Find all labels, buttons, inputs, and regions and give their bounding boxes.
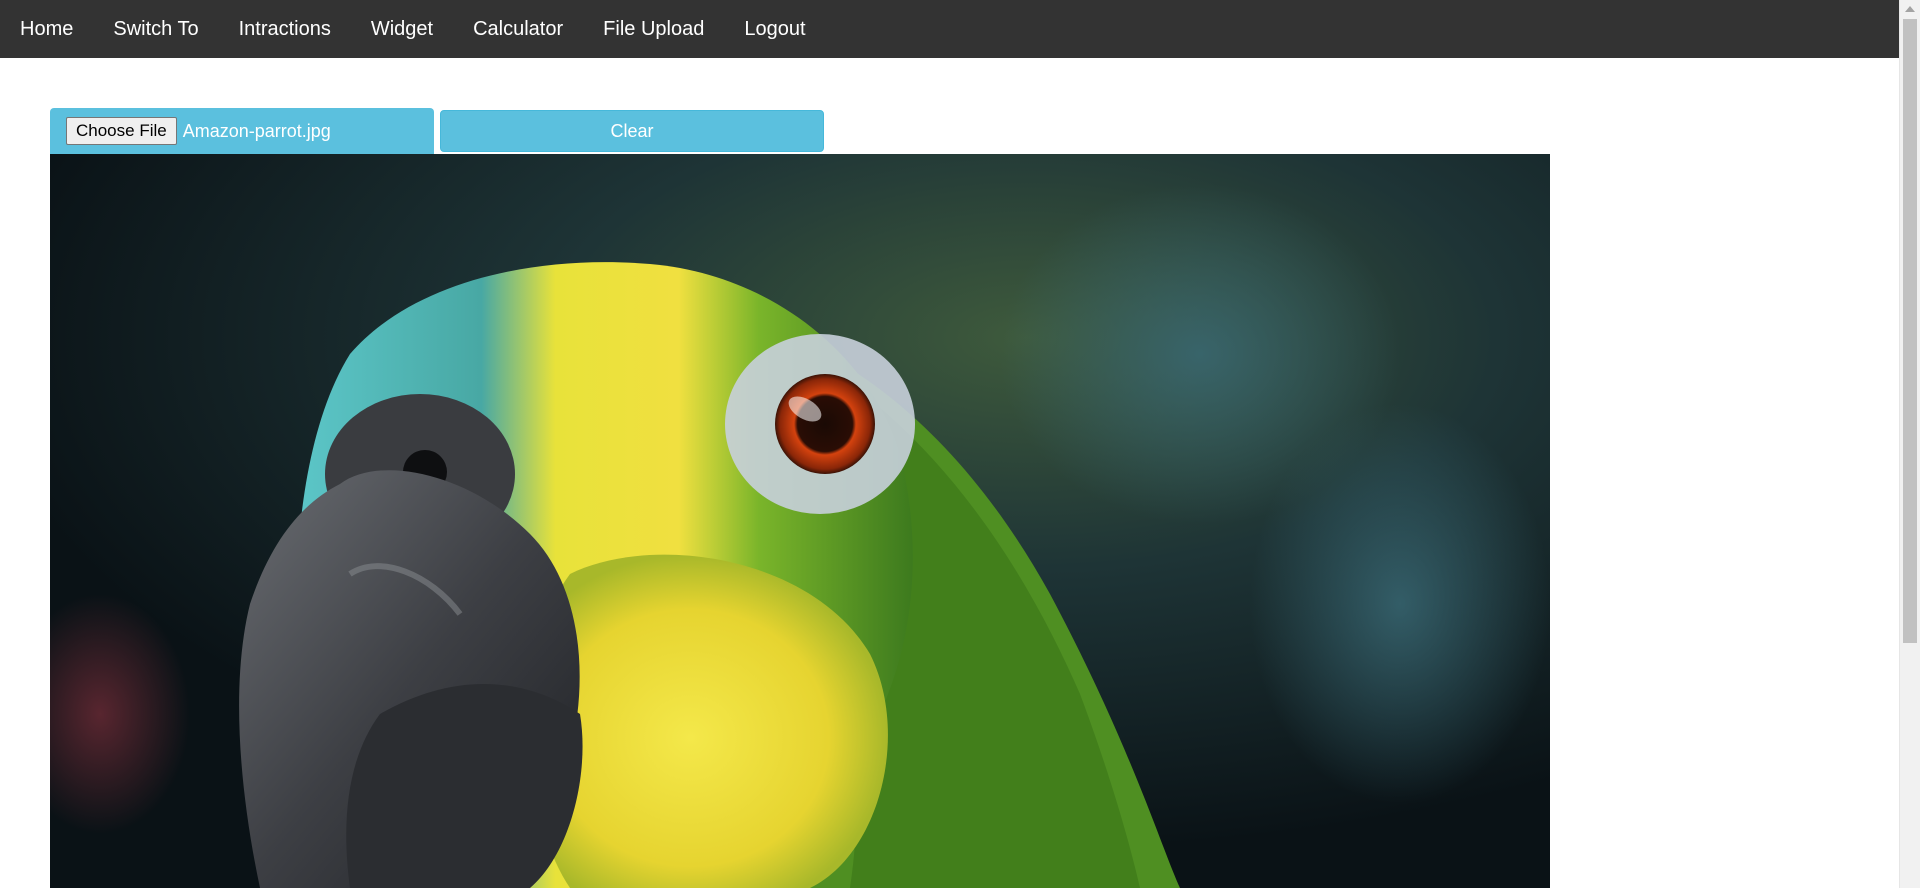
clear-button[interactable]: Clear xyxy=(440,110,824,152)
page: Home Switch To Intractions Widget Calcul… xyxy=(0,0,1920,888)
nav-logout-link[interactable]: Logout xyxy=(724,0,825,58)
upload-controls: Choose File Amazon-parrot.jpg Clear xyxy=(50,108,824,154)
image-preview xyxy=(50,154,1550,888)
scroll-up-arrow-icon[interactable] xyxy=(1900,0,1920,17)
vertical-scrollbar[interactable] xyxy=(1899,0,1920,888)
nav-file-upload-link[interactable]: File Upload xyxy=(583,0,724,58)
nav-switch-to-link[interactable]: Switch To xyxy=(93,0,218,58)
choose-file-button[interactable]: Choose File xyxy=(66,117,177,145)
scrollbar-thumb[interactable] xyxy=(1903,19,1917,643)
selected-file-name: Amazon-parrot.jpg xyxy=(182,120,331,141)
file-input[interactable]: Choose File Amazon-parrot.jpg xyxy=(50,108,434,154)
nav-home-link[interactable]: Home xyxy=(0,0,93,58)
top-navbar: Home Switch To Intractions Widget Calcul… xyxy=(0,0,1899,58)
nav-calculator-link[interactable]: Calculator xyxy=(453,0,583,58)
nav-interactions-link[interactable]: Intractions xyxy=(219,0,351,58)
parrot-photo xyxy=(50,154,1550,888)
nav-widget-link[interactable]: Widget xyxy=(351,0,453,58)
